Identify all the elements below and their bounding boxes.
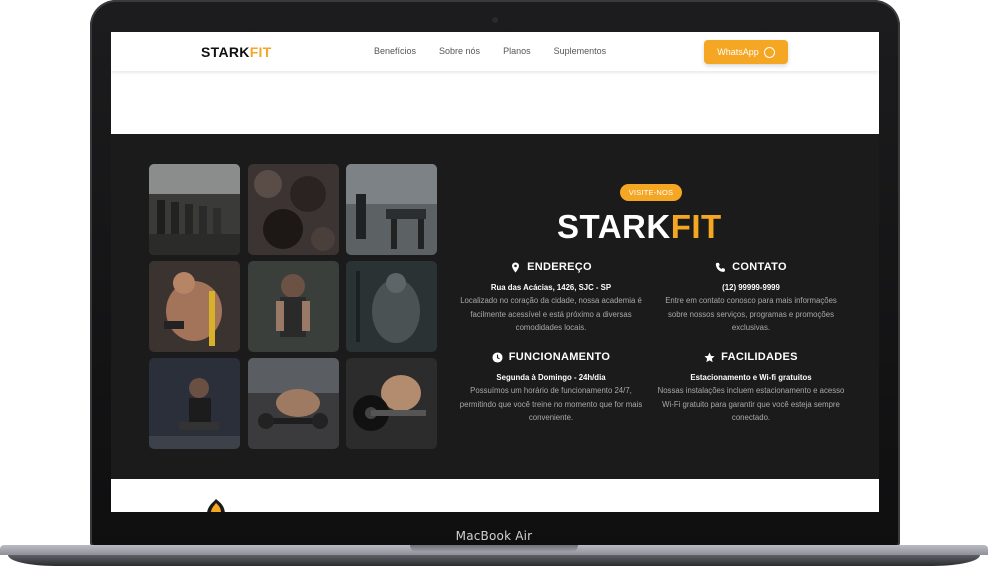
- hours-title: FUNCIONAMENTO: [508, 351, 611, 363]
- gym-photo-6: [346, 261, 437, 352]
- contact-phone[interactable]: (12) 99999-9999: [656, 283, 846, 292]
- gym-photo-7: [149, 358, 240, 449]
- visit-section: VISITE-NOS STARKFIT ENDEREÇO Rua das Acá…: [111, 134, 879, 479]
- site-logo[interactable]: STARKFIT: [201, 44, 272, 60]
- address-line: Rua das Acácias, 1426, SJC - SP: [490, 283, 612, 292]
- facilities-title: FACILIDADES: [721, 351, 798, 363]
- browser-screen: STARKFIT Benefícios Sobre nós Planos Sup…: [111, 32, 879, 512]
- gym-photo-grid: [149, 164, 439, 450]
- gym-photo-9: [346, 358, 437, 449]
- visit-logo: STARKFIT: [557, 208, 722, 245]
- facilities-description: Nossas instalações incluem estacionament…: [657, 386, 845, 422]
- flame-icon: [207, 499, 225, 512]
- clock-icon: [492, 351, 503, 363]
- device-label: MacBook Air: [455, 529, 533, 543]
- gym-photo-2: [248, 164, 339, 255]
- address-block: ENDEREÇO Rua das Acácias, 1426, SJC - SP…: [456, 261, 646, 335]
- hours-line: Segunda à Domingo - 24h/dia: [496, 373, 606, 382]
- nav-link-beneficios[interactable]: Benefícios: [374, 46, 416, 56]
- webcam: [492, 17, 498, 23]
- whatsapp-button-label: WhatsApp: [717, 47, 759, 57]
- contact-description: Entre em contato conosco para mais infor…: [665, 296, 837, 332]
- top-navbar: STARKFIT Benefícios Sobre nós Planos Sup…: [111, 32, 879, 71]
- location-pin-icon: [512, 261, 520, 273]
- contact-title: CONTATO: [732, 261, 787, 273]
- contact-block: CONTATO (12) 99999-9999 Entre em contato…: [656, 261, 846, 335]
- laptop-base: [0, 545, 988, 568]
- nav-link-sobre-nos[interactable]: Sobre nós: [439, 46, 480, 56]
- gym-photo-5: [248, 261, 339, 352]
- whatsapp-icon: [763, 46, 775, 58]
- hours-block: FUNCIONAMENTO Segunda à Domingo - 24h/di…: [456, 351, 646, 425]
- whatsapp-button[interactable]: WhatsApp: [704, 40, 788, 64]
- gym-photo-3: [346, 164, 437, 255]
- visit-badge: VISITE-NOS: [620, 184, 682, 201]
- address-title: ENDEREÇO: [527, 261, 592, 273]
- hours-description: Possuímos um horário de funcionamento 24…: [459, 386, 643, 422]
- next-section-preview: [111, 479, 879, 512]
- star-icon: [704, 352, 715, 362]
- address-description: Localizado no coração da cidade, nossa a…: [460, 296, 642, 332]
- phone-icon: [715, 262, 726, 272]
- gym-photo-8: [248, 358, 339, 449]
- nav-link-suplementos[interactable]: Suplementos: [554, 46, 607, 56]
- laptop-notch: [410, 545, 578, 552]
- gym-photo-1: [149, 164, 240, 255]
- facilities-block: FACILIDADES Estacionamento e Wi-fi gratu…: [656, 351, 846, 425]
- nav-links: Benefícios Sobre nós Planos Suplementos: [374, 46, 629, 56]
- gym-photo-4: [149, 261, 240, 352]
- facilities-line: Estacionamento e Wi-fi gratuitos: [690, 373, 812, 382]
- nav-link-planos[interactable]: Planos: [503, 46, 531, 56]
